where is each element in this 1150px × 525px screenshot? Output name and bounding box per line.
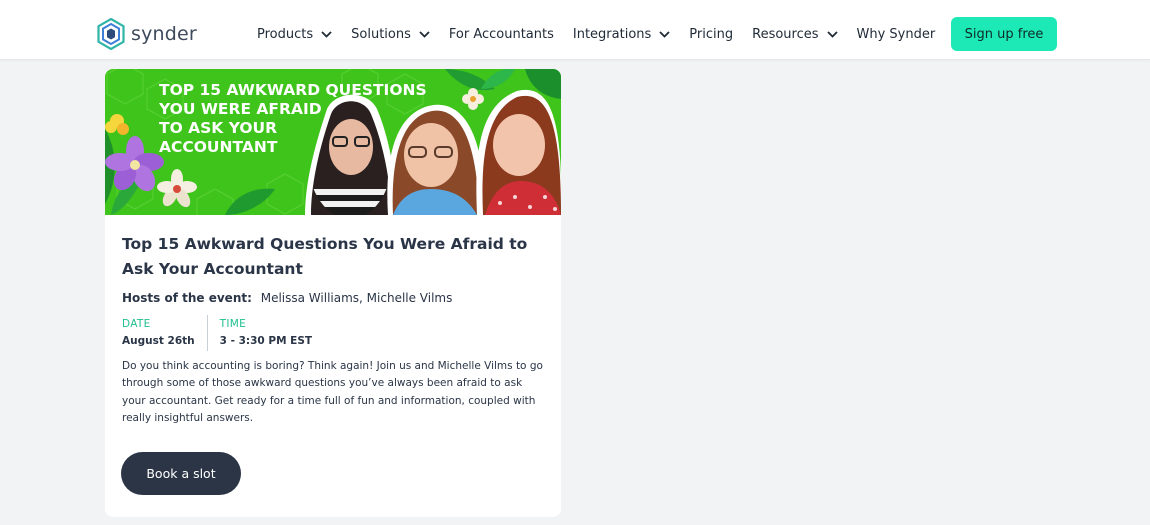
chevron-down-icon: [659, 30, 670, 38]
event-banner-image: TOP 15 AWKWARD QUESTIONS YOU WERE AFRAID…: [105, 69, 561, 215]
chevron-down-icon: [419, 30, 430, 38]
logo-text: synder: [131, 23, 197, 45]
sign-up-free-button[interactable]: Sign up free: [951, 17, 1057, 51]
site-header: synder Products Solutions For Accountant…: [0, 0, 1150, 60]
time-label: TIME: [219, 318, 247, 330]
hosts-label: Hosts of the event:: [122, 291, 252, 305]
banner-headline-line-1: TOP 15 AWKWARD QUESTIONS: [159, 81, 427, 99]
event-card: TOP 15 AWKWARD QUESTIONS YOU WERE AFRAID…: [105, 69, 561, 517]
nav-for-accountants[interactable]: For Accountants: [449, 27, 554, 42]
nav-resources-label: Resources: [752, 26, 819, 42]
time-value: 3 - 3:30 PM EST: [219, 335, 313, 347]
event-hosts: Hosts of the event: Melissa Williams, Mi…: [122, 291, 452, 305]
nav-solutions[interactable]: Solutions: [351, 27, 430, 42]
nav-why-synder-label: Why Synder: [856, 26, 936, 42]
event-date: DATE August 26th: [122, 315, 207, 351]
event-title: Top 15 Awkward Questions You Were Afraid…: [122, 235, 528, 278]
date-value: August 26th: [122, 335, 195, 347]
event-description: Do you think accounting is boring? Think…: [122, 360, 543, 424]
synder-logo-icon: [97, 18, 125, 50]
main-nav: Products Solutions For Accountants Integ…: [257, 22, 954, 46]
banner-headline-line-4: ACCOUNTANT: [159, 138, 278, 156]
chevron-down-icon: [826, 30, 838, 38]
nav-for-accountants-label: For Accountants: [448, 26, 554, 42]
nav-solutions-label: Solutions: [351, 26, 411, 42]
event-time: TIME 3 - 3:30 PM EST: [206, 315, 324, 351]
date-label: DATE: [122, 318, 151, 330]
banner-headline-line-2: YOU WERE AFRAID: [158, 100, 322, 118]
logo-link[interactable]: synder: [97, 18, 197, 50]
nav-integrations-label: Integrations: [572, 26, 652, 42]
banner-headline-line-3: TO ASK YOUR: [159, 119, 277, 137]
nav-pricing-label: Pricing: [689, 26, 734, 42]
nav-products-label: Products: [257, 26, 314, 42]
hosts-names: Melissa Williams, Michelle Vilms: [260, 291, 453, 305]
nav-products[interactable]: Products: [257, 27, 332, 42]
nav-why-synder[interactable]: Why Synder: [857, 27, 936, 42]
nav-pricing[interactable]: Pricing: [689, 27, 733, 42]
nav-resources[interactable]: Resources: [752, 26, 838, 42]
nav-integrations[interactable]: Integrations: [573, 27, 670, 42]
book-a-slot-button[interactable]: Book a slot: [121, 452, 241, 495]
event-meta: DATE August 26th TIME 3 - 3:30 PM EST: [122, 315, 324, 351]
chevron-down-icon: [321, 30, 332, 38]
